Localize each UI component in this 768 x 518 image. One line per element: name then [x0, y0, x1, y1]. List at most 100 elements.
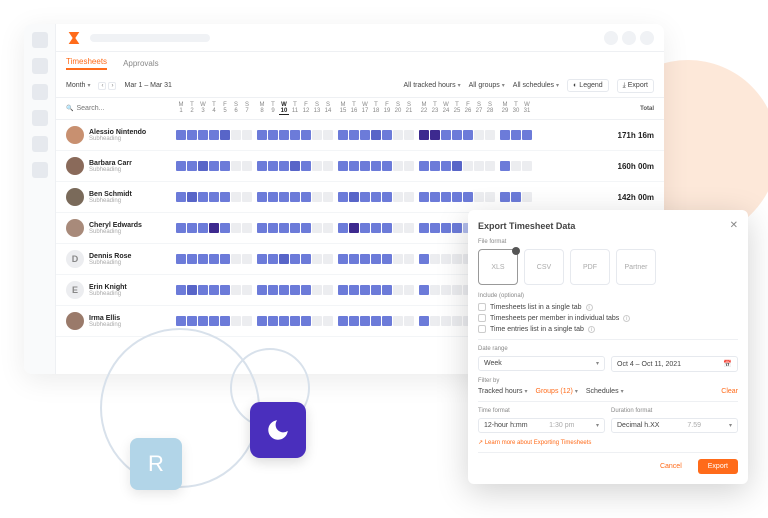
day-cell[interactable]: [301, 254, 311, 264]
day-cell[interactable]: [301, 316, 311, 326]
day-cell[interactable]: [231, 316, 241, 326]
day-cell[interactable]: [511, 130, 521, 140]
day-cell[interactable]: [474, 130, 484, 140]
day-cell[interactable]: [349, 192, 359, 202]
info-icon[interactable]: i: [623, 315, 630, 322]
day-cell[interactable]: [404, 316, 414, 326]
day-cell[interactable]: [220, 192, 230, 202]
day-cell[interactable]: [220, 223, 230, 233]
day-cell[interactable]: [187, 223, 197, 233]
tab-timesheets[interactable]: Timesheets: [66, 57, 107, 70]
day-cell[interactable]: [301, 192, 311, 202]
day-cell[interactable]: [268, 254, 278, 264]
day-cell[interactable]: [323, 316, 333, 326]
sidebar-item[interactable]: [32, 136, 48, 152]
export-button[interactable]: ⤓Export: [617, 79, 654, 93]
filter-schedules[interactable]: Schedules▾: [586, 388, 624, 395]
day-cell[interactable]: [441, 223, 451, 233]
sidebar-item[interactable]: [32, 162, 48, 178]
day-cell[interactable]: [220, 130, 230, 140]
day-cell[interactable]: [430, 130, 440, 140]
day-cell[interactable]: [209, 285, 219, 295]
day-cell[interactable]: [301, 223, 311, 233]
day-cell[interactable]: [198, 192, 208, 202]
day-cell[interactable]: [290, 316, 300, 326]
day-cell[interactable]: [349, 254, 359, 264]
day-cell[interactable]: [209, 223, 219, 233]
filter-tracked-hours[interactable]: Tracked hours▾: [478, 388, 528, 395]
day-cell[interactable]: [371, 316, 381, 326]
day-cell[interactable]: [441, 192, 451, 202]
legend-button[interactable]: ◐Legend: [567, 79, 609, 92]
day-cell[interactable]: [176, 316, 186, 326]
day-cell[interactable]: [323, 192, 333, 202]
day-cell[interactable]: [452, 223, 462, 233]
day-cell[interactable]: [268, 223, 278, 233]
day-cell[interactable]: [430, 254, 440, 264]
day-cell[interactable]: [349, 316, 359, 326]
day-cell[interactable]: [349, 285, 359, 295]
day-cell[interactable]: [220, 285, 230, 295]
day-cell[interactable]: [463, 161, 473, 171]
day-cell[interactable]: [393, 192, 403, 202]
day-cell[interactable]: [231, 130, 241, 140]
day-cell[interactable]: [268, 130, 278, 140]
cancel-button[interactable]: Cancel: [650, 459, 692, 474]
day-cell[interactable]: [279, 285, 289, 295]
day-cell[interactable]: [485, 192, 495, 202]
day-cell[interactable]: [242, 285, 252, 295]
day-cell[interactable]: [176, 130, 186, 140]
day-cell[interactable]: [312, 254, 322, 264]
day-cell[interactable]: [419, 285, 429, 295]
day-cell[interactable]: [382, 316, 392, 326]
confirm-export-button[interactable]: Export: [698, 459, 738, 474]
checkbox-inc2[interactable]: [478, 314, 486, 322]
time-format-select[interactable]: 12-hour h:mm1:30 pm▾: [478, 418, 605, 433]
day-cell[interactable]: [242, 316, 252, 326]
day-cell[interactable]: [323, 285, 333, 295]
day-cell[interactable]: [268, 192, 278, 202]
day-cell[interactable]: [338, 223, 348, 233]
day-cell[interactable]: [522, 192, 532, 202]
day-cell[interactable]: [382, 161, 392, 171]
day-cell[interactable]: [312, 161, 322, 171]
day-cell[interactable]: [176, 192, 186, 202]
day-cell[interactable]: [360, 254, 370, 264]
day-cell[interactable]: [323, 254, 333, 264]
table-row[interactable]: Ben SchmidtSubheading142h 00m: [56, 182, 664, 213]
day-cell[interactable]: [441, 130, 451, 140]
day-cell[interactable]: [257, 254, 267, 264]
day-cell[interactable]: [290, 285, 300, 295]
next-button[interactable]: ›: [108, 82, 116, 90]
day-cell[interactable]: [452, 254, 462, 264]
day-cell[interactable]: [474, 161, 484, 171]
table-row[interactable]: Alessio NintendoSubheading171h 16m: [56, 120, 664, 151]
day-cell[interactable]: [393, 130, 403, 140]
day-cell[interactable]: [312, 130, 322, 140]
day-cell[interactable]: [257, 285, 267, 295]
day-cell[interactable]: [393, 254, 403, 264]
day-cell[interactable]: [290, 223, 300, 233]
day-cell[interactable]: [441, 285, 451, 295]
day-cell[interactable]: [371, 161, 381, 171]
day-cell[interactable]: [500, 192, 510, 202]
day-cell[interactable]: [231, 254, 241, 264]
day-cell[interactable]: [338, 316, 348, 326]
day-cell[interactable]: [404, 192, 414, 202]
day-cell[interactable]: [242, 254, 252, 264]
sidebar-item[interactable]: [32, 32, 48, 48]
date-picker[interactable]: Oct 4 – Oct 11, 2021📅: [611, 356, 738, 372]
day-cell[interactable]: [371, 130, 381, 140]
day-cell[interactable]: [301, 161, 311, 171]
day-cell[interactable]: [231, 192, 241, 202]
format-partner[interactable]: Partner: [616, 249, 656, 285]
day-cell[interactable]: [393, 161, 403, 171]
day-cell[interactable]: [371, 223, 381, 233]
day-cell[interactable]: [198, 254, 208, 264]
day-cell[interactable]: [452, 130, 462, 140]
day-cell[interactable]: [382, 223, 392, 233]
day-cell[interactable]: [485, 130, 495, 140]
day-cell[interactable]: [360, 130, 370, 140]
day-cell[interactable]: [198, 223, 208, 233]
day-cell[interactable]: [474, 192, 484, 202]
